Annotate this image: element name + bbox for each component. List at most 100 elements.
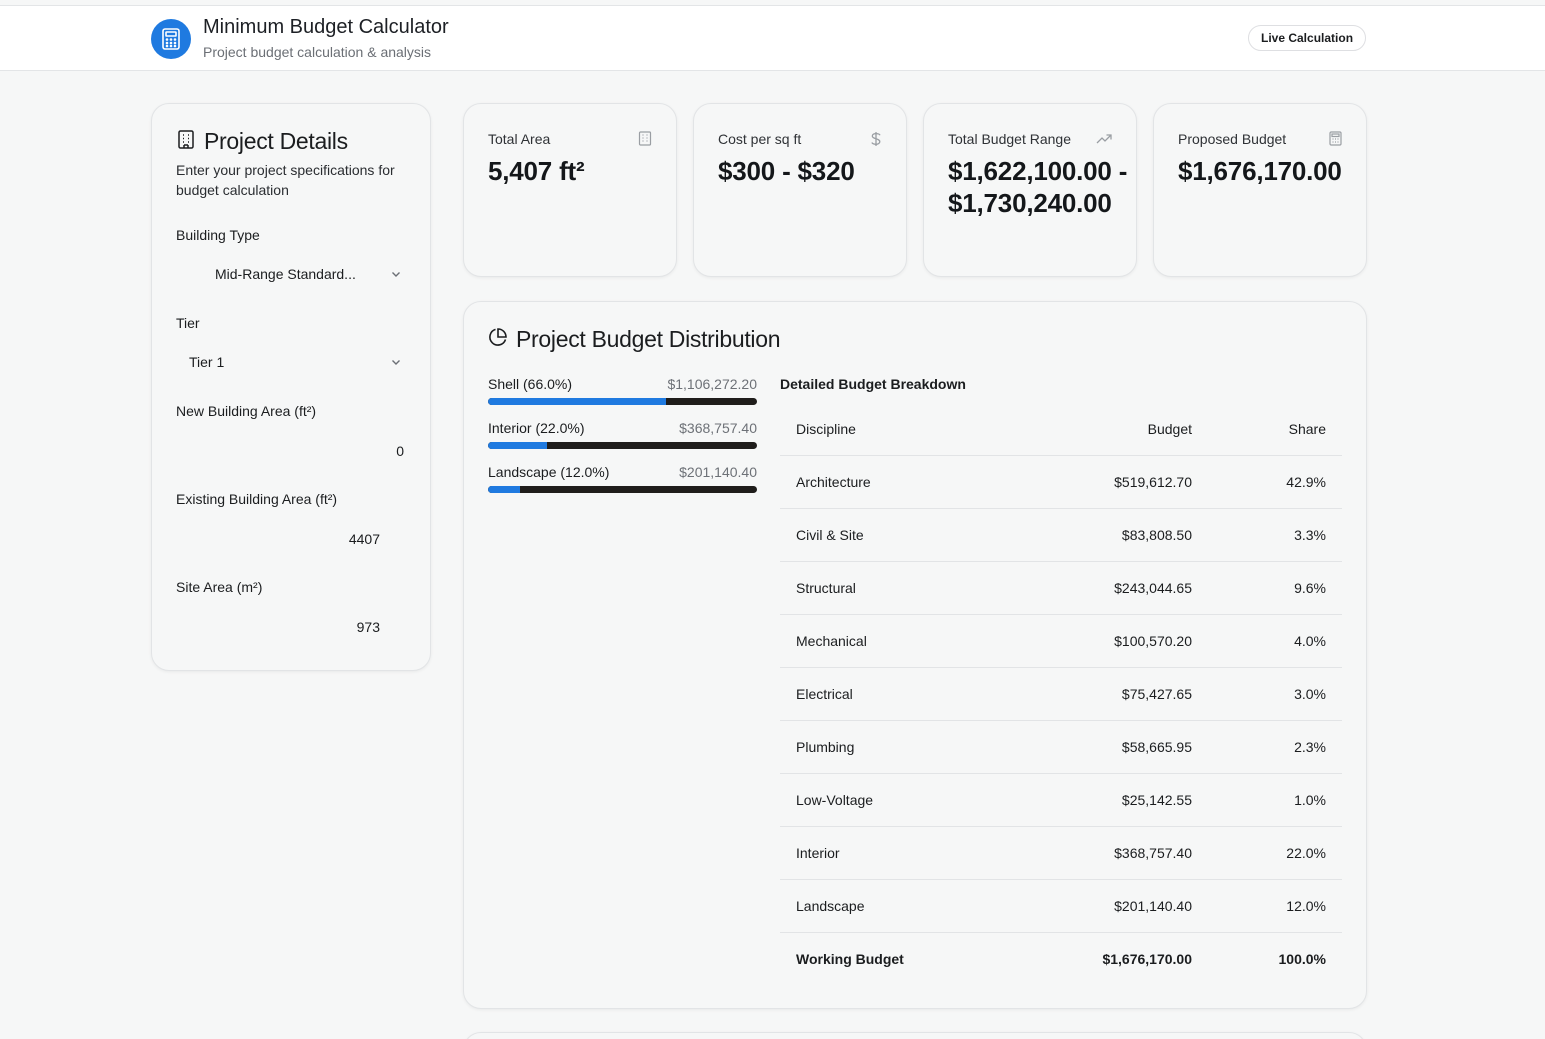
budget-distribution-panel: Project Budget Distribution Shell (66.0%… <box>463 301 1367 1009</box>
share-cell: 3.0% <box>1192 667 1342 721</box>
column-header-share: Share <box>1192 404 1342 456</box>
progress-fill <box>488 398 666 405</box>
trending-up-icon <box>1096 131 1112 149</box>
budget-cell: $75,427.65 <box>1010 667 1192 721</box>
new-area-input[interactable] <box>176 433 408 469</box>
table-row: Low-Voltage $25,142.55 1.0% <box>780 773 1342 827</box>
existing-area-label: Existing Building Area (ft²) <box>176 491 338 507</box>
discipline-cell: Architecture <box>780 455 1010 509</box>
share-cell: 4.0% <box>1192 614 1342 668</box>
chevron-down-icon <box>390 267 402 283</box>
calculator-logo-icon <box>151 19 191 59</box>
budget-range-value: $1,622,100.00 - $1,730,240.00 <box>948 156 1128 218</box>
budget-cell: $83,808.50 <box>1010 508 1192 562</box>
building-icon <box>638 131 652 151</box>
table-row: Landscape $201,140.40 12.0% <box>780 879 1342 933</box>
building-icon <box>177 129 195 154</box>
share-cell: 100.0% <box>1278 950 1326 967</box>
cost-per-sqft-label: Cost per sq ft <box>718 131 802 147</box>
site-area-label: Site Area (m²) <box>176 579 263 595</box>
share-cell: 9.6% <box>1192 561 1342 615</box>
share-cell: 22.0% <box>1192 826 1342 880</box>
progress-fill <box>488 486 521 493</box>
discipline-cell: Electrical <box>780 667 1010 721</box>
landscape-bar: Landscape (12.0%) $201,140.40 <box>488 464 757 493</box>
shell-bar: Shell (66.0%) $1,106,272.20 <box>488 376 757 405</box>
total-area-value: 5,407 ft² <box>488 156 585 186</box>
site-area-input[interactable] <box>176 609 408 645</box>
calculator-icon <box>1329 131 1342 151</box>
interior-bar: Interior (22.0%) $368,757.40 <box>488 420 757 449</box>
tier-select[interactable]: Tier 1 <box>176 344 408 380</box>
existing-area-input[interactable] <box>176 521 408 557</box>
total-area-label: Total Area <box>488 131 551 147</box>
table-row: Architecture $519,612.70 42.9% <box>780 455 1342 509</box>
budget-cell: $201,140.40 <box>1010 879 1192 933</box>
column-header-budget: Budget <box>1010 404 1192 456</box>
discipline-cell: Interior <box>780 826 1010 880</box>
table-row: Plumbing $58,665.95 2.3% <box>780 720 1342 774</box>
cost-per-sqft-card: Cost per sq ft $300 - $320 <box>693 103 907 277</box>
discipline-cell: Mechanical <box>780 614 1010 668</box>
budget-cell: $519,612.70 <box>1010 455 1192 509</box>
total-row: Working Budget $1,676,170.00 100.0% <box>780 932 1342 985</box>
table-row: Mechanical $100,570.20 4.0% <box>780 614 1342 668</box>
bar-label: Interior (22.0%) <box>488 420 585 436</box>
table-row: Structural $243,044.65 9.6% <box>780 561 1342 615</box>
table-row: Civil & Site $83,808.50 3.3% <box>780 508 1342 562</box>
bar-label: Shell (66.0%) <box>488 376 573 392</box>
bar-amount: $201,140.40 <box>679 464 757 480</box>
share-cell: 1.0% <box>1192 773 1342 827</box>
app-subtitle: Project budget calculation & analysis <box>203 44 432 60</box>
next-section-card <box>463 1032 1367 1039</box>
budget-cell: $25,142.55 <box>1010 773 1192 827</box>
bar-amount: $368,757.40 <box>679 420 757 436</box>
project-details-title: Project Details <box>204 128 348 154</box>
bar-amount: $1,106,272.20 <box>667 376 757 392</box>
budget-cell: $100,570.20 <box>1010 614 1192 668</box>
column-header-discipline: Discipline <box>780 404 1010 456</box>
proposed-budget-value: $1,676,170.00 <box>1178 156 1342 186</box>
budget-cell: $368,757.40 <box>1010 826 1192 880</box>
budget-cell: $1,676,170.00 <box>1102 950 1192 967</box>
discipline-cell: Structural <box>780 561 1010 615</box>
proposed-budget-label: Proposed Budget <box>1178 131 1287 147</box>
live-calculation-badge[interactable]: Live Calculation <box>1248 25 1367 51</box>
building-type-value: Mid-Range Standard... <box>215 266 356 282</box>
budget-breakdown-table: Discipline Budget Share Architecture $519… <box>780 404 1342 985</box>
total-area-card: Total Area 5,407 ft² <box>463 103 677 277</box>
budget-cell: $58,665.95 <box>1010 720 1192 774</box>
new-area-label: New Building Area (ft²) <box>176 403 317 419</box>
progress-track <box>488 398 757 405</box>
share-cell: 2.3% <box>1192 720 1342 774</box>
table-row: Electrical $75,427.65 3.0% <box>780 667 1342 721</box>
pie-chart-icon <box>488 327 508 352</box>
table-header-row: Discipline Budget Share <box>780 404 1342 456</box>
cost-per-sqft-value: $300 - $320 <box>718 156 855 186</box>
bar-label: Landscape (12.0%) <box>488 464 610 480</box>
budget-range-card: Total Budget Range $1,622,100.00 - $1,73… <box>923 103 1137 277</box>
chevron-down-icon <box>390 355 402 371</box>
progress-fill <box>488 442 548 449</box>
budget-range-label: Total Budget Range <box>948 131 1071 147</box>
building-type-select[interactable]: Mid-Range Standard... <box>176 256 408 292</box>
progress-track <box>488 442 757 449</box>
app-title: Minimum Budget Calculator <box>203 16 449 38</box>
building-type-label: Building Type <box>176 227 260 243</box>
distribution-title: Project Budget Distribution <box>516 326 781 352</box>
tier-label: Tier <box>176 315 200 331</box>
share-cell: 42.9% <box>1192 455 1342 509</box>
progress-track <box>488 486 757 493</box>
project-details-description: Enter your project specifications for bu… <box>176 162 395 198</box>
dollar-icon <box>870 131 882 152</box>
share-cell: 3.3% <box>1192 508 1342 562</box>
discipline-cell: Working Budget <box>796 950 904 967</box>
proposed-budget-card: Proposed Budget $1,676,170.00 <box>1153 103 1367 277</box>
share-cell: 12.0% <box>1192 879 1342 933</box>
table-row: Interior $368,757.40 22.0% <box>780 826 1342 880</box>
discipline-cell: Low-Voltage <box>780 773 1010 827</box>
discipline-cell: Civil & Site <box>780 508 1010 562</box>
discipline-cell: Plumbing <box>780 720 1010 774</box>
budget-cell: $243,044.65 <box>1010 561 1192 615</box>
app-header: Minimum Budget Calculator Project budget… <box>0 6 1545 71</box>
